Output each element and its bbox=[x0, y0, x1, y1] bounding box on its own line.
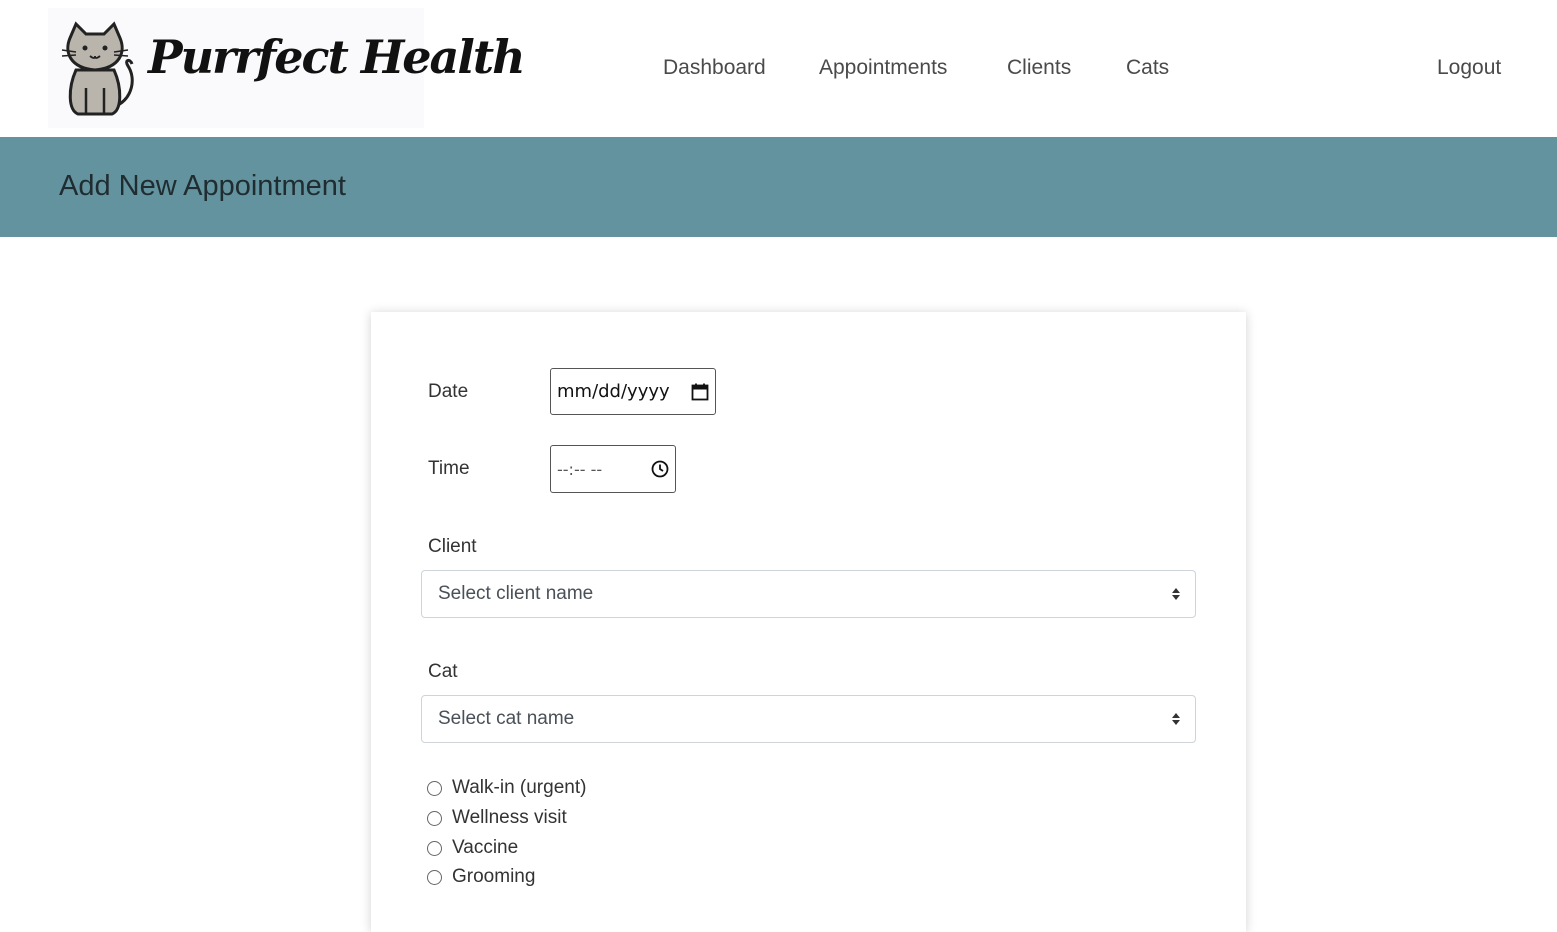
time-placeholder: --:-- -- bbox=[557, 459, 603, 479]
radio-option-wellness-visit[interactable]: Wellness visit bbox=[427, 807, 567, 829]
brand-name: Purrfect Health bbox=[148, 30, 526, 84]
radio-button[interactable] bbox=[427, 810, 442, 826]
logout-link[interactable]: Logout bbox=[1437, 56, 1501, 80]
radio-option-walk-in[interactable]: Walk-in (urgent) bbox=[427, 777, 586, 799]
calendar-icon[interactable] bbox=[691, 383, 709, 401]
cat-label: Cat bbox=[428, 661, 458, 682]
date-input[interactable]: mm/dd/yyyy bbox=[550, 368, 716, 415]
time-input[interactable]: --:-- -- bbox=[550, 445, 676, 493]
radio-option-vaccine[interactable]: Vaccine bbox=[427, 837, 518, 859]
nav-clients[interactable]: Clients bbox=[1007, 56, 1071, 80]
top-navbar: Purrfect Health Dashboard Appointments C… bbox=[0, 0, 1557, 137]
radio-button[interactable] bbox=[427, 780, 442, 796]
radio-button[interactable] bbox=[427, 840, 442, 856]
radio-label: Wellness visit bbox=[452, 807, 567, 828]
nav-dashboard[interactable]: Dashboard bbox=[663, 56, 766, 80]
brand-logo[interactable]: Purrfect Health bbox=[48, 8, 526, 128]
radio-button[interactable] bbox=[427, 869, 442, 885]
cat-select-value: Select cat name bbox=[438, 708, 575, 729]
page-title: Add New Appointment bbox=[59, 170, 346, 202]
date-label: Date bbox=[428, 381, 469, 402]
client-label: Client bbox=[428, 536, 477, 557]
clock-icon[interactable] bbox=[651, 460, 669, 478]
date-placeholder: mm/dd/yyyy bbox=[557, 381, 670, 402]
nav-appointments[interactable]: Appointments bbox=[819, 56, 947, 80]
cat-logo-icon bbox=[61, 21, 134, 116]
client-select-value: Select client name bbox=[438, 583, 594, 604]
client-select[interactable]: Select client name bbox=[421, 570, 1196, 618]
time-label: Time bbox=[428, 458, 470, 479]
sort-arrows-icon bbox=[1172, 588, 1180, 600]
radio-label: Walk-in (urgent) bbox=[452, 777, 587, 798]
nav-cats[interactable]: Cats bbox=[1126, 56, 1169, 80]
sort-arrows-icon bbox=[1172, 713, 1180, 725]
cat-select[interactable]: Select cat name bbox=[421, 695, 1196, 743]
radio-label: Vaccine bbox=[452, 837, 519, 858]
